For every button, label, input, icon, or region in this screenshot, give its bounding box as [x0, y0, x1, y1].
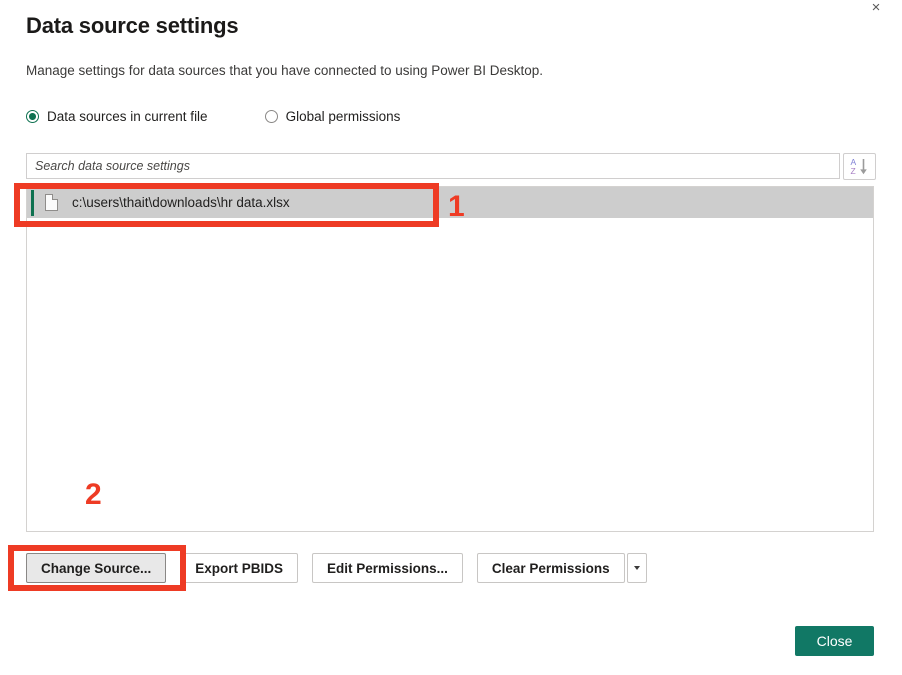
clear-permissions-split-button: Clear Permissions — [476, 553, 647, 583]
close-x-icon[interactable]: × — [856, 0, 896, 20]
search-row: A Z — [26, 153, 876, 180]
page-title: Data source settings — [26, 13, 239, 38]
change-source-button[interactable]: Change Source... — [26, 553, 167, 583]
document-icon — [45, 194, 58, 211]
radio-label: Global permissions — [285, 109, 401, 124]
list-item-label: c:\users\thait\downloads\hr data.xlsx — [72, 195, 290, 210]
sort-az-button[interactable]: A Z — [843, 153, 876, 180]
data-source-list[interactable]: c:\users\thait\downloads\hr data.xlsx — [26, 186, 874, 532]
sort-az-icon: A Z — [851, 157, 867, 176]
close-button[interactable]: Close — [795, 626, 874, 656]
radio-global-permissions[interactable]: Global permissions — [264, 109, 401, 124]
selection-bar — [31, 189, 34, 216]
radio-mark-icon — [26, 110, 39, 123]
radio-mark-icon — [264, 110, 278, 123]
clear-permissions-button[interactable]: Clear Permissions — [476, 553, 625, 583]
radio-label: Data sources in current file — [47, 109, 208, 124]
action-button-row: Change Source... Export PBIDS Edit Permi… — [26, 553, 647, 583]
radio-data-sources-in-current-file[interactable]: Data sources in current file — [26, 109, 208, 124]
svg-text:Z: Z — [851, 166, 856, 176]
edit-permissions-button[interactable]: Edit Permissions... — [312, 553, 463, 583]
page-subtitle: Manage settings for data sources that yo… — [26, 63, 544, 78]
data-source-settings-dialog: × Data source settings Manage settings f… — [0, 0, 902, 675]
chevron-down-icon[interactable] — [626, 553, 647, 583]
scope-radio-group: Data sources in current file Global perm… — [26, 109, 400, 124]
search-input[interactable] — [26, 153, 840, 179]
list-item[interactable]: c:\users\thait\downloads\hr data.xlsx — [27, 187, 873, 218]
export-pbids-button[interactable]: Export PBIDS — [180, 553, 299, 583]
